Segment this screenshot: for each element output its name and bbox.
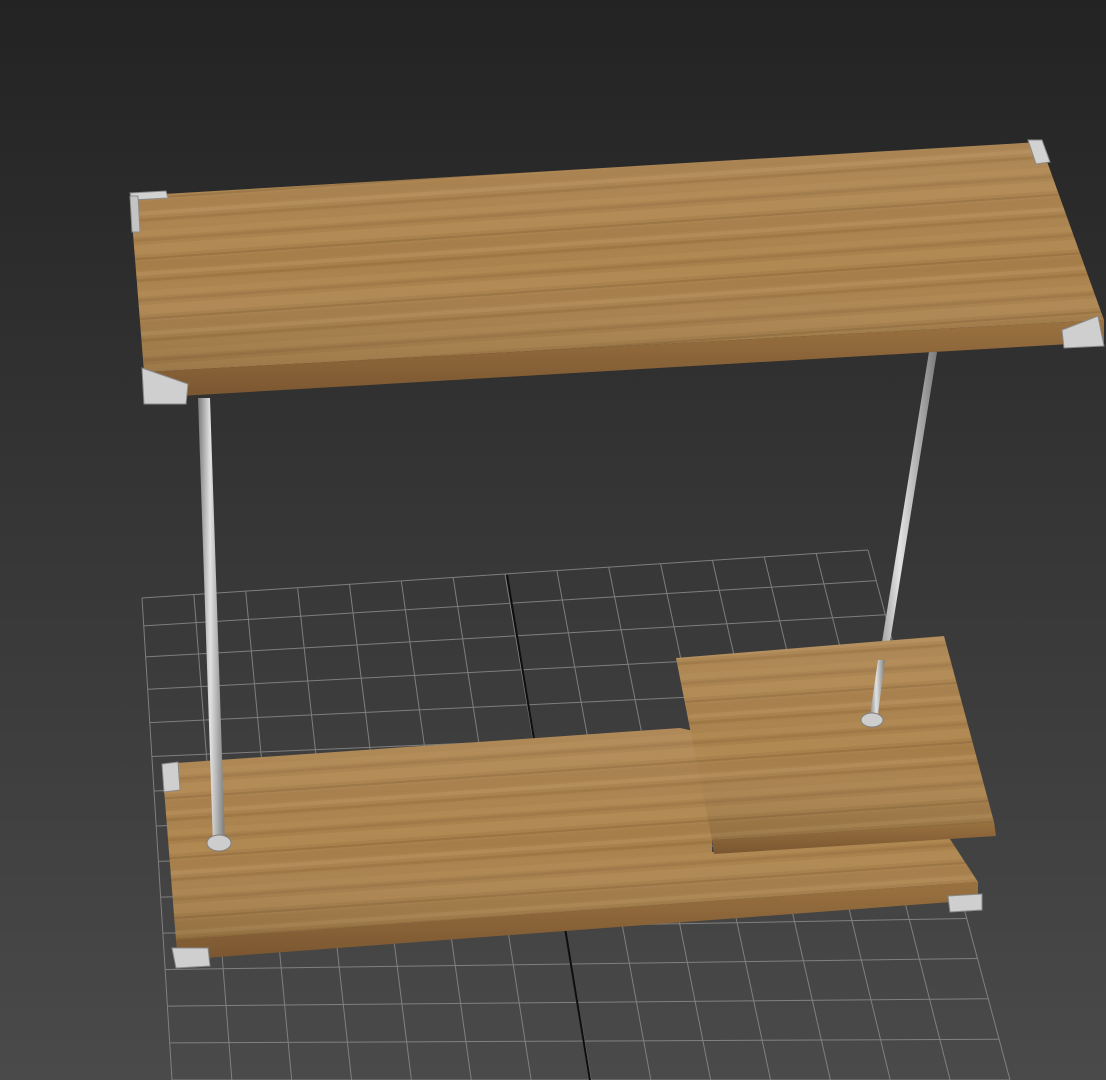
raised-step-shelf <box>676 636 996 854</box>
corner-bracket <box>947 893 983 913</box>
corner-bracket <box>161 761 181 793</box>
corner-bracket <box>129 195 141 233</box>
3d-viewport[interactable] <box>0 0 1106 1080</box>
corner-bracket <box>171 947 211 969</box>
